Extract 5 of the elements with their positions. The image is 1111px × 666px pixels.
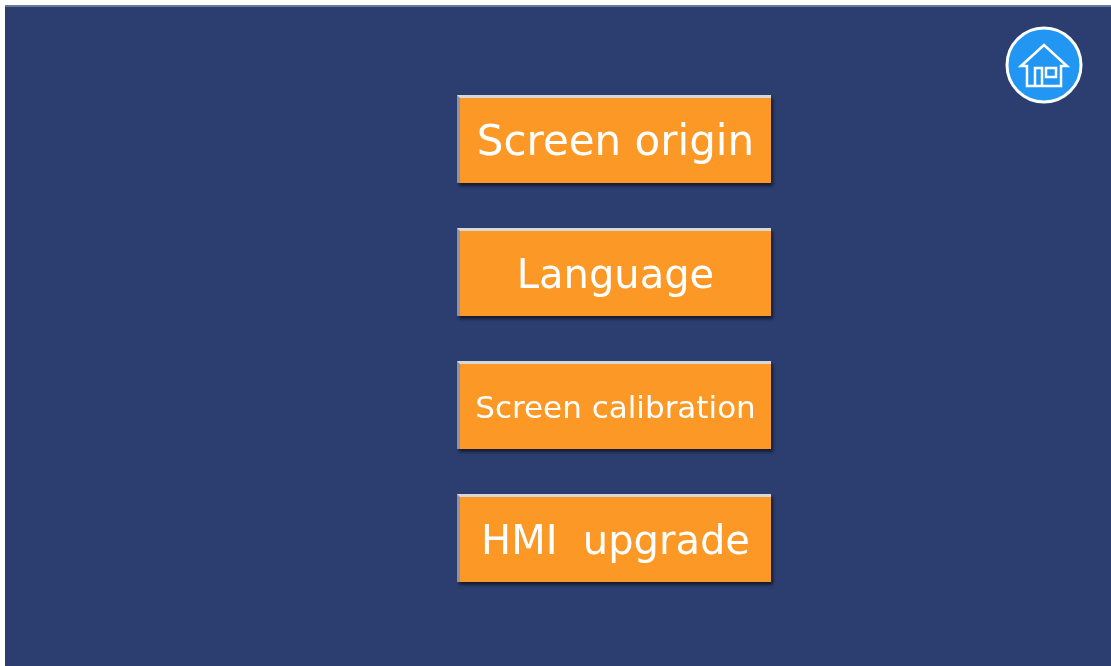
menu-button[interactable]: Language [457, 228, 771, 316]
home-icon[interactable] [1005, 26, 1083, 104]
menu-button[interactable]: HMI upgrade [457, 494, 771, 582]
menu-button[interactable]: Screen calibration [457, 361, 771, 449]
menu-button[interactable]: Screen origin [457, 95, 771, 183]
